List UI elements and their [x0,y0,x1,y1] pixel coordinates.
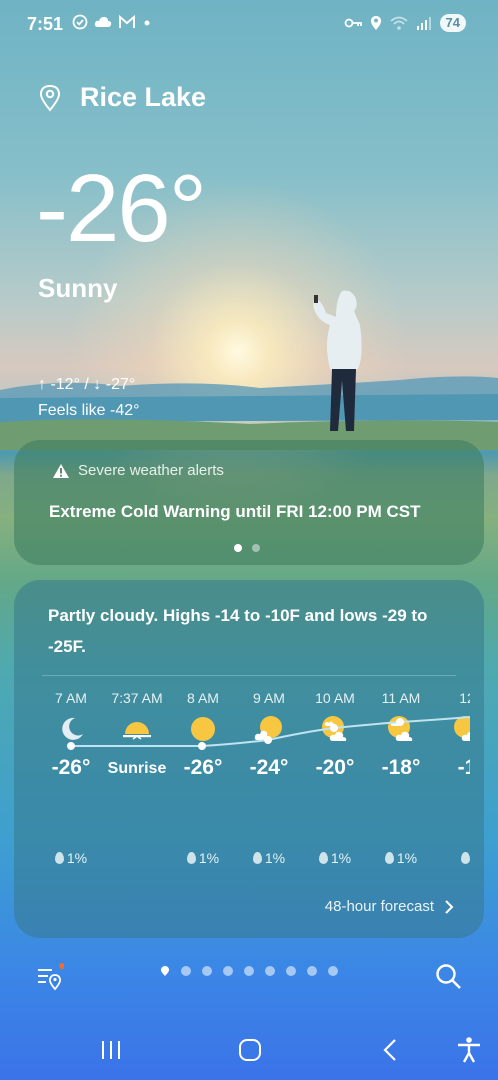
alert-page-dot [234,544,242,552]
precip-value: 1% [330,850,352,866]
48-hour-forecast-link[interactable]: 48-hour forecast [325,898,454,915]
location-page-dot [181,966,191,976]
chevron-right-icon [445,899,454,914]
current-condition: Sunny [38,273,118,303]
system-navigation-bar [0,1025,498,1075]
status-right-icons: 74 [344,14,466,32]
location-page-dot [286,966,296,976]
location-icon [370,16,381,30]
raindrop-icon [252,852,262,864]
raindrop-icon [318,852,328,864]
precip-value: 1% [66,850,88,866]
location-name: Rice Lake [80,82,207,112]
precip-item: 1% [168,850,238,866]
trend-point [330,724,338,732]
divider [42,675,456,676]
raindrop-icon [461,852,470,864]
current-temperature: -26° [36,155,207,262]
precip-value: 1% [396,850,418,866]
raindrop-icon [186,852,196,864]
bottom-app-bar [0,950,498,1000]
status-time: 7:51 [27,14,64,34]
precip-value: 1% [198,850,220,866]
current-location-dot-icon [160,966,170,976]
severe-weather-alert-card[interactable]: Severe weather alerts Extreme Cold Warni… [14,440,484,565]
cloud-icon [94,17,112,27]
raindrop-icon [384,852,394,864]
recent-apps-icon[interactable] [96,1035,126,1065]
location-page-dot [307,966,317,976]
alert-text: Extreme Cold Warning until FRI 12:00 PM … [49,502,421,521]
alert-header-label: Severe weather alerts [78,462,224,479]
location-page-indicator[interactable] [160,965,338,977]
raindrop-icon [54,852,64,864]
location-page-dot [202,966,212,976]
precip-item: 1% [36,850,106,866]
location-row[interactable]: Rice Lake [38,82,206,113]
precip-item: 1% [366,850,436,866]
trend-point [67,742,75,750]
wifi-icon [389,16,408,30]
back-icon[interactable] [375,1035,405,1065]
precip-item: 1% [234,850,304,866]
key-icon [344,18,362,28]
temperature-trend-line [67,716,470,750]
search-icon[interactable] [434,962,462,990]
accessibility-icon[interactable] [454,1035,484,1065]
trend-point [396,718,404,726]
location-page-dot [244,966,254,976]
status-left-icons [72,14,152,30]
location-page-dot [265,966,275,976]
precip-item: 1% [300,850,370,866]
forecast-summary: Partly cloudy. Highs -14 to -10F and low… [48,606,428,656]
dot-icon [144,20,150,26]
status-bar: 7:51 74 [0,0,498,50]
person-figure [313,290,362,431]
manage-locations-icon[interactable] [36,963,64,991]
location-page-dot [223,966,233,976]
48-hour-forecast-label: 48-hour forecast [324,898,434,915]
precip-item [432,850,470,866]
alert-page-dot [252,544,260,552]
home-icon[interactable] [235,1035,265,1065]
alert-header: Severe weather alerts [52,462,224,479]
feels-like-temperature: Feels like -42° [38,402,140,419]
hourly-forecast-card[interactable]: Partly cloudy. Highs -14 to -10F and low… [14,580,484,938]
signal-icon [416,17,431,30]
location-page-dot [328,966,338,976]
precip-value: 1% [264,850,286,866]
trend-point [264,736,272,744]
alert-page-indicator [234,544,260,552]
battery-indicator: 74 [439,14,466,32]
high-low-temperature: ↑ -12° / ↓ -27° [38,376,136,393]
check-circle-icon [72,14,88,30]
location-pin-icon [39,84,61,112]
gmail-icon [119,15,135,28]
warning-icon [53,463,69,478]
trend-point [198,742,206,750]
